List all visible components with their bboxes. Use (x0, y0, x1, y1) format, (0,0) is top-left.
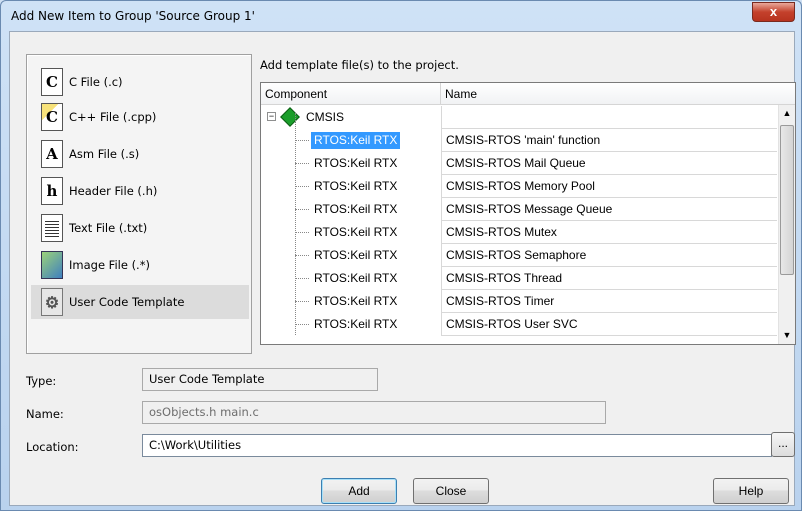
asm-file-icon: A (41, 140, 63, 168)
component-cell: RTOS:Keil RTX (314, 202, 398, 216)
file-type-label: User Code Template (69, 295, 185, 309)
table-row[interactable]: RTOS:Keil RTX CMSIS-RTOS Semaphore (261, 244, 777, 267)
dialog-window: Add New Item to Group 'Source Group 1' x… (0, 0, 802, 511)
text-lines-graphic (45, 219, 59, 237)
file-type-label: Image File (.*) (69, 258, 150, 272)
user-code-template-icon: ⚙ (41, 288, 63, 316)
name-cell: CMSIS-RTOS Timer (441, 290, 777, 313)
text-file-icon (41, 214, 63, 242)
close-window-button[interactable]: x (752, 2, 795, 22)
table-row[interactable]: RTOS:Keil RTX CMSIS-RTOS Thread (261, 267, 777, 290)
close-button[interactable]: Close (413, 478, 489, 504)
table-row[interactable]: RTOS:Keil RTX CMSIS-RTOS Mutex (261, 221, 777, 244)
close-icon: x (769, 4, 778, 19)
component-cell: RTOS:Keil RTX (314, 294, 398, 308)
name-cell: CMSIS-RTOS Semaphore (441, 244, 777, 267)
file-type-image[interactable]: Image File (.*) (31, 248, 249, 282)
column-header-component[interactable]: Component (261, 83, 441, 105)
table-row[interactable]: RTOS:Keil RTX CMSIS-RTOS User SVC (261, 313, 777, 336)
tree-branch (295, 255, 309, 256)
c-file-icon: C (41, 68, 63, 96)
root-name-cell (441, 106, 777, 129)
component-cell: RTOS:Keil RTX (314, 179, 398, 193)
add-button[interactable]: Add (321, 478, 397, 504)
name-cell: CMSIS-RTOS 'main' function (441, 129, 777, 152)
file-type-user-code-template[interactable]: ⚙ User Code Template (31, 285, 249, 319)
browse-button[interactable]: ... (771, 432, 795, 457)
type-label: Type: (26, 374, 57, 388)
table-row[interactable]: RTOS:Keil RTX CMSIS-RTOS 'main' function (261, 129, 777, 152)
scroll-up-icon[interactable]: ▲ (779, 105, 795, 122)
file-type-header[interactable]: h Header File (.h) (31, 174, 249, 208)
collapse-icon[interactable]: − (267, 112, 276, 121)
header-file-icon: h (41, 177, 63, 205)
template-heading: Add template file(s) to the project. (260, 58, 459, 72)
cpp-file-icon: C (41, 103, 63, 131)
name-cell: CMSIS-RTOS Mutex (441, 221, 777, 244)
tree-branch (295, 209, 309, 210)
table-row[interactable]: RTOS:Keil RTX CMSIS-RTOS Timer (261, 290, 777, 313)
file-type-label: Asm File (.s) (69, 147, 140, 161)
component-cell: RTOS:Keil RTX (314, 317, 398, 331)
grid-header: Component Name (261, 83, 795, 105)
title-bar[interactable]: Add New Item to Group 'Source Group 1' x (1, 1, 801, 31)
file-type-label: Text File (.txt) (69, 221, 148, 235)
name-field[interactable]: osObjects.h main.c (142, 401, 606, 424)
tree-branch (295, 163, 309, 164)
name-cell: CMSIS-RTOS Message Queue (441, 198, 777, 221)
file-type-text[interactable]: Text File (.txt) (31, 211, 249, 245)
type-field: User Code Template (142, 368, 378, 391)
tree-root-row[interactable]: − CMSIS (261, 106, 777, 129)
name-label: Name: (26, 407, 64, 421)
table-row[interactable]: RTOS:Keil RTX CMSIS-RTOS Mail Queue (261, 152, 777, 175)
cmsis-icon (280, 107, 300, 127)
location-field[interactable]: C:\Work\Utilities (142, 434, 772, 457)
component-cell: RTOS:Keil RTX (311, 132, 401, 149)
name-cell: CMSIS-RTOS Mail Queue (441, 152, 777, 175)
location-label: Location: (26, 440, 79, 454)
tree-branch (295, 186, 309, 187)
template-grid: Component Name − CMSIS RTOS:Keil RTX CMS… (260, 82, 796, 345)
file-type-asm[interactable]: A Asm File (.s) (31, 137, 249, 171)
dialog-body: C C File (.c) C C++ File (.cpp) A Asm Fi… (9, 31, 796, 506)
column-header-name[interactable]: Name (441, 83, 795, 105)
scroll-thumb[interactable] (780, 125, 794, 275)
tree-branch (295, 140, 309, 141)
table-row[interactable]: RTOS:Keil RTX CMSIS-RTOS Message Queue (261, 198, 777, 221)
name-cell: CMSIS-RTOS User SVC (441, 313, 777, 336)
image-file-icon (41, 251, 63, 279)
vertical-scrollbar[interactable]: ▲ ▼ (778, 105, 795, 344)
tree-branch (295, 278, 309, 279)
file-type-label: C++ File (.cpp) (69, 110, 157, 124)
component-cell: RTOS:Keil RTX (314, 248, 398, 262)
name-cell: CMSIS-RTOS Memory Pool (441, 175, 777, 198)
component-cell: RTOS:Keil RTX (314, 271, 398, 285)
tree-branch (295, 301, 309, 302)
name-cell: CMSIS-RTOS Thread (441, 267, 777, 290)
file-type-list: C C File (.c) C C++ File (.cpp) A Asm Fi… (26, 54, 252, 354)
file-type-c[interactable]: C C File (.c) (31, 65, 249, 99)
tree-branch (295, 324, 309, 325)
file-type-label: Header File (.h) (69, 184, 158, 198)
tree-branch (295, 232, 309, 233)
dialog-title: Add New Item to Group 'Source Group 1' (11, 9, 255, 23)
component-cell: RTOS:Keil RTX (314, 225, 398, 239)
component-cell: RTOS:Keil RTX (314, 156, 398, 170)
help-button[interactable]: Help (713, 478, 789, 504)
tree-root-label: CMSIS (306, 110, 345, 124)
file-type-label: C File (.c) (69, 75, 123, 89)
file-type-cpp[interactable]: C C++ File (.cpp) (31, 100, 249, 134)
scroll-down-icon[interactable]: ▼ (779, 327, 795, 344)
table-row[interactable]: RTOS:Keil RTX CMSIS-RTOS Memory Pool (261, 175, 777, 198)
